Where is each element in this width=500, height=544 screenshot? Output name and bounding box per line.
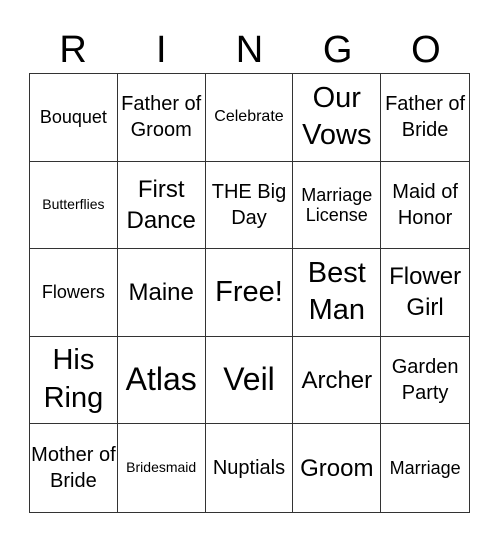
bingo-cell[interactable]: Our Vows	[293, 74, 382, 162]
bingo-cell[interactable]: Flower Girl	[381, 249, 469, 337]
header-letter-g: G	[322, 29, 353, 71]
bingo-cell[interactable]: Atlas	[117, 336, 206, 425]
bingo-cell[interactable]: Butterflies	[30, 161, 118, 250]
bingo-cell[interactable]: First Dance	[117, 161, 206, 250]
header-letter-n: N	[235, 29, 264, 71]
bingo-cell[interactable]: Flowers	[30, 249, 118, 337]
bingo-cell[interactable]: Maid of Honor	[381, 162, 469, 250]
bingo-cell[interactable]: Garden Party	[381, 337, 469, 425]
header-letter-r: R	[59, 29, 87, 71]
header-letter-o: O	[411, 29, 441, 71]
bingo-cell[interactable]: Bridesmaid	[118, 424, 206, 512]
header-letter-i: I	[156, 29, 167, 71]
bingo-cell[interactable]: Nuptials	[206, 424, 294, 512]
bingo-cell[interactable]: Marriage	[381, 424, 469, 512]
bingo-cell[interactable]: Best Man	[293, 249, 382, 337]
bingo-cell[interactable]: Father of Groom	[117, 74, 206, 162]
bingo-cell[interactable]: Groom	[293, 424, 382, 512]
bingo-card: Bouquet Father of Groom Celebrate Our Vo…	[29, 73, 470, 513]
bingo-header: R I N G O	[29, 28, 470, 73]
bingo-cell[interactable]: Veil	[205, 336, 294, 425]
bingo-cell[interactable]: Maine	[117, 249, 206, 337]
free-space-cell[interactable]: Free!	[205, 249, 294, 337]
bingo-cell[interactable]: Mother of Bride	[30, 424, 118, 512]
bingo-cell[interactable]: Marriage License	[293, 161, 382, 250]
bingo-cell[interactable]: Archer	[293, 336, 382, 425]
bingo-cell[interactable]: Celebrate	[205, 74, 294, 162]
bingo-cell[interactable]: Bouquet	[30, 74, 118, 162]
bingo-cell[interactable]: THE Big Day	[205, 161, 294, 250]
bingo-cell[interactable]: Father of Bride	[381, 74, 469, 162]
bingo-cell[interactable]: His Ring	[30, 336, 118, 425]
